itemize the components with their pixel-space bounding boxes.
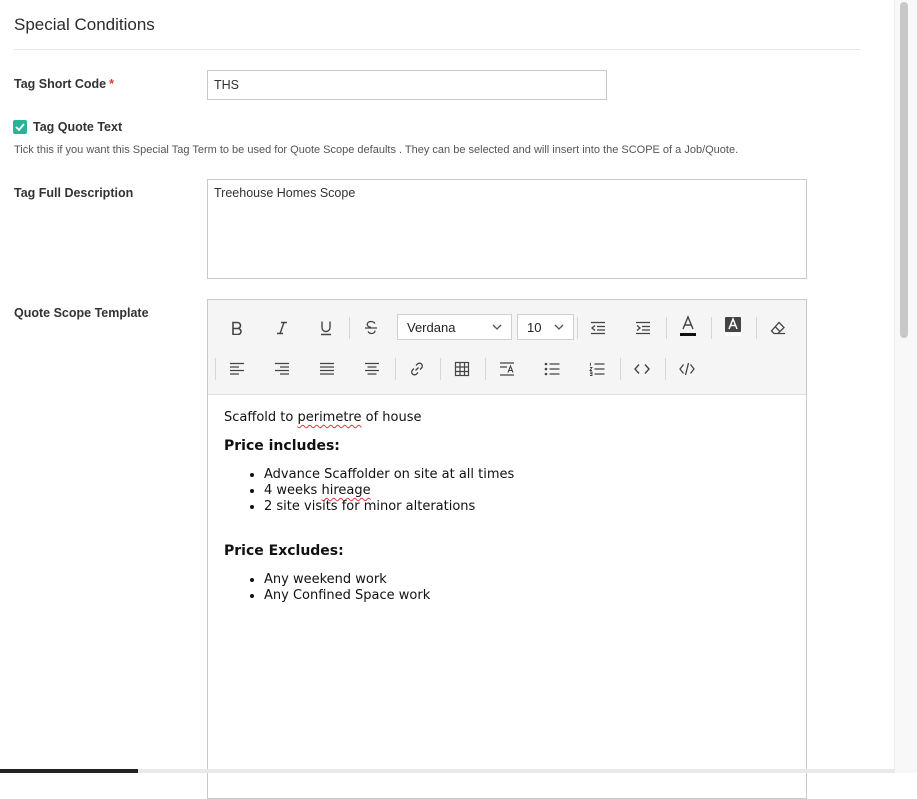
list-item: 2 site visits for minor alterations	[264, 499, 784, 515]
line-height-icon[interactable]	[494, 356, 520, 382]
align-center-icon[interactable]	[359, 356, 385, 382]
toolbar-separator	[485, 358, 486, 380]
full-description-value: Treehouse Homes Scope	[214, 186, 356, 200]
strikethrough-icon[interactable]	[358, 315, 384, 341]
quote-text-help: Tick this if you want this Special Tag T…	[14, 144, 739, 156]
italic-icon[interactable]	[269, 315, 295, 341]
source-icon[interactable]	[674, 356, 700, 382]
title-divider	[14, 49, 860, 50]
short-code-label-text: Tag Short Code	[14, 77, 107, 91]
font-family-value: Verdana	[407, 319, 456, 335]
toolbar-separator	[440, 358, 441, 380]
intro-before: Scaffold to	[224, 410, 298, 425]
short-code-input[interactable]: THS	[207, 70, 607, 100]
excludes-list: Any weekend work Any Confined Space work	[224, 572, 784, 604]
highlight-icon[interactable]	[720, 313, 746, 339]
chevron-down-icon	[554, 324, 564, 330]
list-item: 4 weeks hireage	[264, 483, 784, 499]
page-scrollbar[interactable]	[894, 0, 917, 773]
code-view-icon[interactable]	[629, 356, 655, 382]
toolbar-separator	[711, 317, 712, 339]
page-title: Special Conditions	[14, 15, 155, 34]
short-code-label: Tag Short Code *	[14, 77, 114, 91]
font-family-select[interactable]: Verdana	[397, 314, 512, 340]
list-item-before: 4 weeks	[264, 483, 322, 498]
scope-template-label: Quote Scope Template	[14, 306, 149, 320]
bullet-list-icon[interactable]	[539, 356, 565, 382]
toolbar-separator	[666, 317, 667, 339]
font-size-value: 10	[527, 319, 542, 335]
clear-format-icon[interactable]	[765, 315, 791, 341]
bottom-bar-segment	[0, 769, 138, 773]
link-icon[interactable]	[404, 356, 430, 382]
editor-content[interactable]: Scaffold to perimetre of house Price inc…	[224, 410, 784, 604]
numbered-list-icon[interactable]	[584, 356, 610, 382]
toolbar-separator	[395, 358, 396, 380]
toolbar-separator	[665, 358, 666, 380]
align-left-icon[interactable]	[224, 356, 250, 382]
scrollbar-thumb[interactable]	[900, 2, 908, 338]
full-description-textarea[interactable]: Treehouse Homes Scope	[207, 179, 807, 279]
rich-text-editor: Verdana 10 Scaffold to perimetre of hous…	[207, 299, 807, 799]
justify-icon[interactable]	[314, 356, 340, 382]
toolbar-separator	[756, 317, 757, 339]
quote-text-label[interactable]: Tag Quote Text	[33, 120, 122, 134]
list-item: Any Confined Space work	[264, 588, 784, 604]
toolbar-separator	[215, 358, 216, 380]
align-right-icon[interactable]	[269, 356, 295, 382]
table-icon[interactable]	[449, 356, 475, 382]
required-marker: *	[109, 77, 115, 91]
includes-list: Advance Scaffolder on site at all times …	[224, 467, 784, 515]
chevron-down-icon	[492, 324, 502, 330]
font-color-icon[interactable]	[675, 313, 701, 339]
font-size-select[interactable]: 10	[517, 314, 574, 340]
list-item: Any weekend work	[264, 572, 784, 588]
list-item: Advance Scaffolder on site at all times	[264, 467, 784, 483]
full-description-label: Tag Full Description	[14, 186, 134, 200]
intro-paragraph: Scaffold to perimetre of house	[224, 410, 784, 425]
quote-text-checkbox[interactable]	[13, 120, 27, 134]
misspelled-word[interactable]: hireage	[321, 483, 370, 498]
toolbar-separator	[577, 317, 578, 339]
editor-toolbar: Verdana 10	[208, 300, 806, 395]
includes-heading: Price includes:	[224, 438, 340, 454]
underline-icon[interactable]	[313, 315, 339, 341]
outdent-icon[interactable]	[585, 315, 611, 341]
misspelled-word[interactable]: perimetre	[297, 410, 361, 425]
toolbar-separator	[620, 358, 621, 380]
toolbar-separator	[349, 317, 350, 339]
excludes-heading: Price Excludes:	[224, 543, 344, 559]
indent-icon[interactable]	[630, 315, 656, 341]
bold-icon[interactable]	[224, 315, 250, 341]
checkmark-icon	[15, 123, 25, 131]
short-code-value: THS	[214, 78, 239, 92]
intro-after: of house	[361, 410, 422, 425]
